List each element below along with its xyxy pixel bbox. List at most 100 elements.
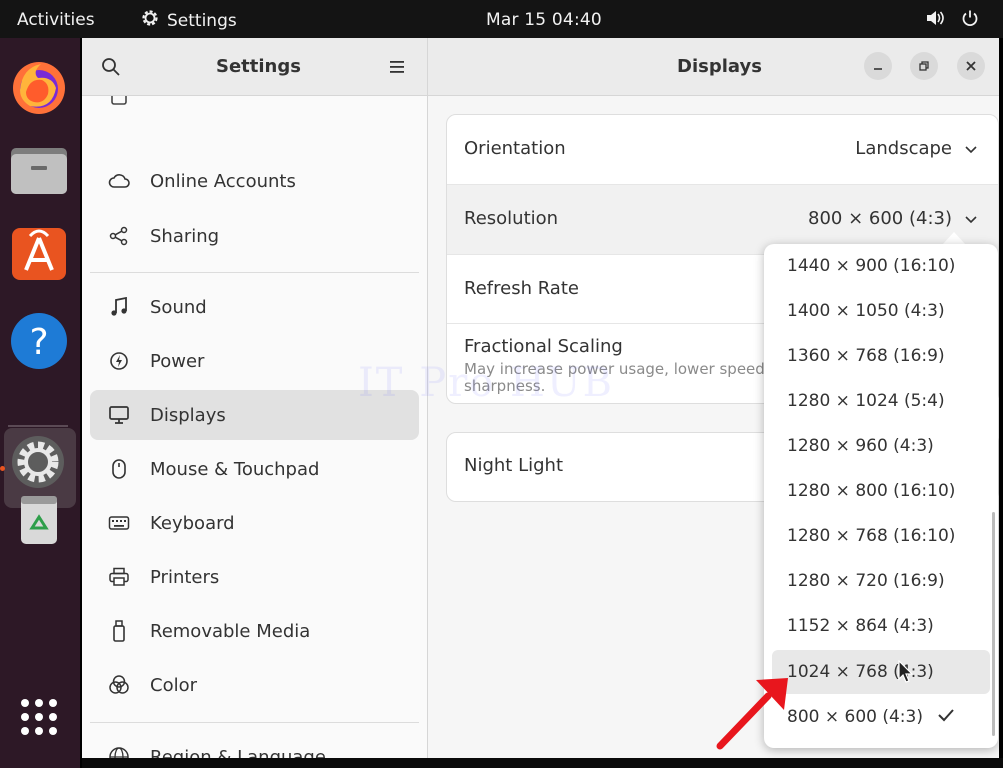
resolution-option[interactable]: 1280 × 1024 (5:4)	[772, 379, 990, 423]
sidebar-header: Settings	[82, 38, 427, 96]
resolution-option-hovered[interactable]: 1024 × 768 (4:3)	[772, 650, 990, 694]
sidebar-separator	[90, 272, 419, 273]
clock[interactable]: Mar 15 04:40	[486, 10, 602, 30]
sidebar-item-removable-media[interactable]: Removable Media	[90, 606, 419, 656]
sidebar-item-label: Color	[150, 674, 197, 696]
sidebar-item-color[interactable]: Color	[90, 660, 419, 710]
sidebar-item-sharing[interactable]: Sharing	[90, 211, 419, 261]
popover-scrollbar[interactable]	[992, 512, 995, 736]
mouse-cursor-icon	[898, 659, 914, 688]
top-bar: Activities Settings Mar 15 04:40	[0, 0, 1003, 38]
resolution-option[interactable]: 1360 × 768 (16:9)	[772, 334, 990, 378]
close-button[interactable]	[957, 52, 985, 80]
option-label: 1400 × 1050 (4:3)	[787, 301, 945, 321]
sidebar-item-label: Keyboard	[150, 512, 235, 534]
power-icon	[106, 348, 132, 374]
resolution-option-selected[interactable]: 800 × 600 (4:3)	[772, 695, 990, 739]
files-icon[interactable]	[8, 138, 70, 200]
resolution-option[interactable]: 1280 × 720 (16:9)	[772, 559, 990, 603]
sidebar-item-label: Online Accounts	[150, 170, 296, 192]
sidebar-item-label: Removable Media	[150, 620, 311, 642]
resolution-option[interactable]: 1152 × 864 (4:3)	[772, 604, 990, 648]
sidebar-item-keyboard[interactable]: Keyboard	[90, 498, 419, 548]
orientation-dropdown[interactable]: Landscape	[855, 138, 978, 159]
night-light-label: Night Light	[464, 455, 563, 476]
sidebar-item-online-accounts[interactable]: Online Accounts	[90, 156, 419, 206]
main-header: Displays	[428, 38, 999, 96]
color-icon	[106, 672, 132, 698]
app-menu[interactable]: Settings	[140, 8, 237, 33]
sidebar-title: Settings	[216, 56, 301, 77]
page-title: Displays	[677, 56, 762, 77]
volume-icon[interactable]	[925, 9, 945, 32]
sidebar-item-label: Sound	[150, 296, 207, 318]
sidebar-item-mouse-touchpad[interactable]: Mouse & Touchpad	[90, 444, 419, 494]
running-indicator	[0, 466, 5, 471]
hamburger-menu-icon[interactable]	[387, 57, 407, 77]
svg-text:?: ?	[29, 322, 48, 363]
partial-item-icon	[106, 96, 132, 110]
watermark: IT Pro HUB	[358, 360, 615, 406]
refresh-rate-label: Refresh Rate	[464, 278, 579, 299]
resolution-option[interactable]: 1400 × 1050 (4:3)	[772, 289, 990, 333]
sidebar-item-printers[interactable]: Printers	[90, 552, 419, 602]
resolution-label: Resolution	[464, 208, 559, 229]
sidebar-item-sound[interactable]: Sound	[90, 282, 419, 332]
firefox-icon[interactable]	[8, 56, 70, 118]
resolution-dropdown[interactable]: 800 × 600 (4:3)	[808, 208, 978, 229]
power-menu-icon[interactable]	[961, 9, 979, 32]
chevron-down-icon	[964, 208, 978, 229]
resolution-option[interactable]: 1280 × 960 (4:3)	[772, 424, 990, 468]
app-center-icon[interactable]	[8, 222, 70, 284]
option-label: 1280 × 960 (4:3)	[787, 436, 934, 456]
dock: ?	[0, 38, 80, 768]
chevron-down-icon	[964, 138, 978, 159]
monitor-icon	[106, 402, 132, 428]
show-apps-icon[interactable]	[8, 686, 70, 748]
option-label: 1280 × 720 (16:9)	[787, 571, 945, 591]
sidebar-item-partial[interactable]	[90, 96, 419, 122]
search-icon[interactable]	[100, 56, 122, 78]
option-label: 1152 × 864 (4:3)	[787, 616, 934, 636]
trash-icon[interactable]	[8, 488, 70, 550]
sidebar: Online Accounts Sharing Sound Power Disp…	[82, 96, 427, 758]
red-annotation-arrow-icon	[712, 672, 792, 756]
printer-icon	[106, 564, 132, 590]
option-label: 1280 × 768 (16:10)	[787, 526, 956, 546]
sidebar-item-label: Displays	[150, 404, 226, 426]
mouse-icon	[106, 456, 132, 482]
resolution-popover: 1440 × 900 (16:10) 1400 × 1050 (4:3) 136…	[764, 244, 998, 748]
activities-button[interactable]: Activities	[17, 10, 95, 30]
share-icon	[106, 223, 132, 249]
option-label: 1280 × 800 (16:10)	[787, 481, 956, 501]
orientation-label: Orientation	[464, 138, 566, 159]
option-label: 1360 × 768 (16:9)	[787, 346, 945, 366]
checkmark-icon	[937, 707, 955, 727]
sidebar-item-label: Region & Language	[150, 746, 326, 759]
orientation-row[interactable]: Orientation Landscape	[447, 115, 998, 184]
gear-icon	[140, 8, 160, 33]
minimize-button[interactable]	[864, 52, 892, 80]
app-name: Settings	[167, 10, 237, 31]
resolution-option[interactable]: 1280 × 800 (16:10)	[772, 469, 990, 513]
sidebar-item-label: Printers	[150, 566, 220, 588]
settings-icon[interactable]	[10, 434, 72, 496]
system-tray[interactable]	[925, 9, 979, 32]
option-label: 800 × 600 (4:3)	[787, 707, 923, 727]
sidebar-item-label: Power	[150, 350, 205, 372]
resolution-option[interactable]: 1280 × 768 (16:10)	[772, 514, 990, 558]
bottom-border	[82, 758, 1003, 768]
music-note-icon	[106, 294, 132, 320]
keyboard-icon	[106, 510, 132, 536]
fractional-scaling-label: Fractional Scaling	[464, 336, 623, 357]
resolution-option[interactable]: 1440 × 900 (16:10)	[772, 244, 990, 288]
cloud-icon	[106, 168, 132, 194]
sidebar-item-label: Mouse & Touchpad	[150, 458, 320, 480]
help-icon[interactable]: ?	[8, 310, 70, 372]
option-label: 1280 × 1024 (5:4)	[787, 391, 945, 411]
sidebar-separator	[90, 722, 419, 723]
maximize-button[interactable]	[910, 52, 938, 80]
resolution-value: 800 × 600 (4:3)	[808, 208, 952, 229]
sidebar-item-region-language[interactable]: Region & Language	[90, 732, 419, 758]
dock-separator	[8, 425, 68, 427]
